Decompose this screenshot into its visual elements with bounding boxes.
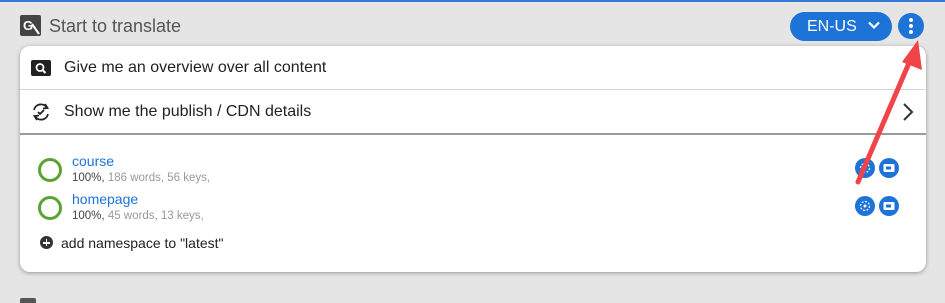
translation-card: Give me an overview over all content Sho… [20, 46, 926, 272]
publish-row[interactable]: Show me the publish / CDN details [20, 90, 926, 135]
overview-label: Give me an overview over all content [64, 59, 327, 76]
namespace-item: homepage 100%, 45 words, 13 keys, [20, 190, 926, 226]
overview-row[interactable]: Give me an overview over all content [20, 46, 926, 90]
more-vertical-icon [909, 18, 913, 22]
plus-circle-icon [40, 236, 53, 249]
more-options-button[interactable] [898, 13, 924, 39]
namespace-stats: 100%, 45 words, 13 keys, [72, 210, 204, 222]
language-select[interactable]: EN-US [790, 12, 892, 41]
focus-button[interactable] [855, 196, 875, 216]
focus-icon [859, 162, 871, 174]
keys-button[interactable] [879, 196, 899, 216]
message-icon [883, 202, 895, 210]
search-icon [31, 60, 51, 76]
top-accent-line [0, 0, 945, 2]
sync-icon [32, 103, 50, 121]
add-namespace-label: add namespace to "latest" [61, 235, 224, 251]
namespace-progress: 100%, [72, 210, 105, 222]
chevron-right-icon [903, 103, 914, 121]
page-title: Start to translate [49, 16, 182, 36]
namespace-link[interactable]: course [72, 153, 114, 169]
more-vertical-icon-dot [909, 24, 913, 28]
publish-label: Show me the publish / CDN details [64, 103, 312, 120]
more-vertical-icon-dot [909, 30, 913, 34]
namespace-counts: 186 words, 56 keys, [107, 172, 211, 184]
message-icon [883, 164, 895, 172]
keys-button[interactable] [879, 158, 899, 178]
svg-text:G: G [23, 18, 33, 33]
header: G Start to translate EN-US [20, 12, 925, 42]
namespace-progress: 100%, [72, 172, 105, 184]
translate-icon: G [20, 15, 41, 36]
section-icon [20, 298, 36, 303]
progress-ring [38, 158, 62, 182]
namespace-counts: 45 words, 13 keys, [107, 210, 204, 222]
namespace-item: course 100%, 186 words, 56 keys, [20, 152, 926, 188]
language-label: EN-US [807, 18, 857, 35]
chevron-down-icon [868, 21, 880, 30]
progress-ring [38, 196, 62, 220]
focus-icon [859, 200, 871, 212]
namespace-stats: 100%, 186 words, 56 keys, [72, 172, 210, 184]
namespace-link[interactable]: homepage [72, 191, 138, 207]
next-section-peek [20, 296, 220, 303]
focus-button[interactable] [855, 158, 875, 178]
